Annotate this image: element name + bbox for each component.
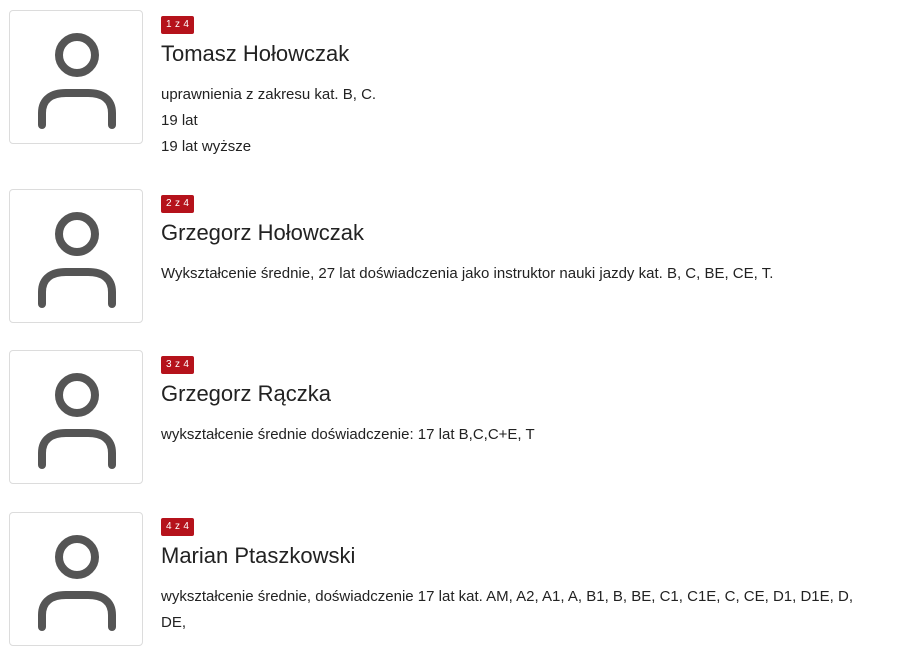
user-icon bbox=[38, 535, 116, 631]
description-line: 19 lat wyższe bbox=[161, 138, 252, 155]
description-line: Wykształcenie średnie, 27 lat doświadcze… bbox=[161, 265, 774, 282]
staff-info: 2 z 4 Grzegorz Hołowczak Wykształcenie ś… bbox=[161, 189, 906, 287]
staff-description: wykształcenie średnie doświadczenie: 17 … bbox=[161, 422, 906, 448]
staff-description: Wykształcenie średnie, 27 lat doświadcze… bbox=[161, 261, 906, 287]
staff-info: 1 z 4 Tomasz Hołowczak uprawnienia z zak… bbox=[161, 10, 906, 160]
staff-name: Grzegorz Rączka bbox=[161, 381, 331, 406]
description-line: wykształcenie średnie, doświadczenie 17 … bbox=[161, 588, 853, 605]
counter-badge: 3 z 4 bbox=[161, 356, 195, 374]
user-icon bbox=[38, 212, 116, 308]
counter-badge: 2 z 4 bbox=[161, 195, 195, 213]
staff-name: Marian Ptaszkowski bbox=[161, 543, 356, 568]
description-line: uprawnienia z zakresu kat. B, C. bbox=[161, 86, 377, 103]
staff-name: Grzegorz Hołowczak bbox=[161, 220, 364, 245]
counter-badge: 4 z 4 bbox=[161, 518, 195, 536]
description-line: wykształcenie średnie doświadczenie: 17 … bbox=[161, 426, 535, 443]
description-line: DE, bbox=[161, 614, 187, 631]
staff-description: wykształcenie średnie, doświadczenie 17 … bbox=[161, 584, 906, 636]
user-icon bbox=[38, 33, 116, 129]
staff-info: 4 z 4 Marian Ptaszkowski wykształcenie ś… bbox=[161, 512, 906, 636]
staff-info: 3 z 4 Grzegorz Rączka wykształcenie śred… bbox=[161, 350, 906, 448]
user-icon bbox=[38, 373, 116, 469]
staff-name: Tomasz Hołowczak bbox=[161, 41, 350, 66]
avatar bbox=[9, 189, 143, 323]
counter-badge: 1 z 4 bbox=[161, 16, 195, 34]
description-line: 19 lat bbox=[161, 112, 198, 129]
staff-description: uprawnienia z zakresu kat. B, C. 19 lat … bbox=[161, 82, 906, 160]
avatar bbox=[9, 10, 143, 144]
avatar bbox=[9, 350, 143, 484]
avatar bbox=[9, 512, 143, 646]
